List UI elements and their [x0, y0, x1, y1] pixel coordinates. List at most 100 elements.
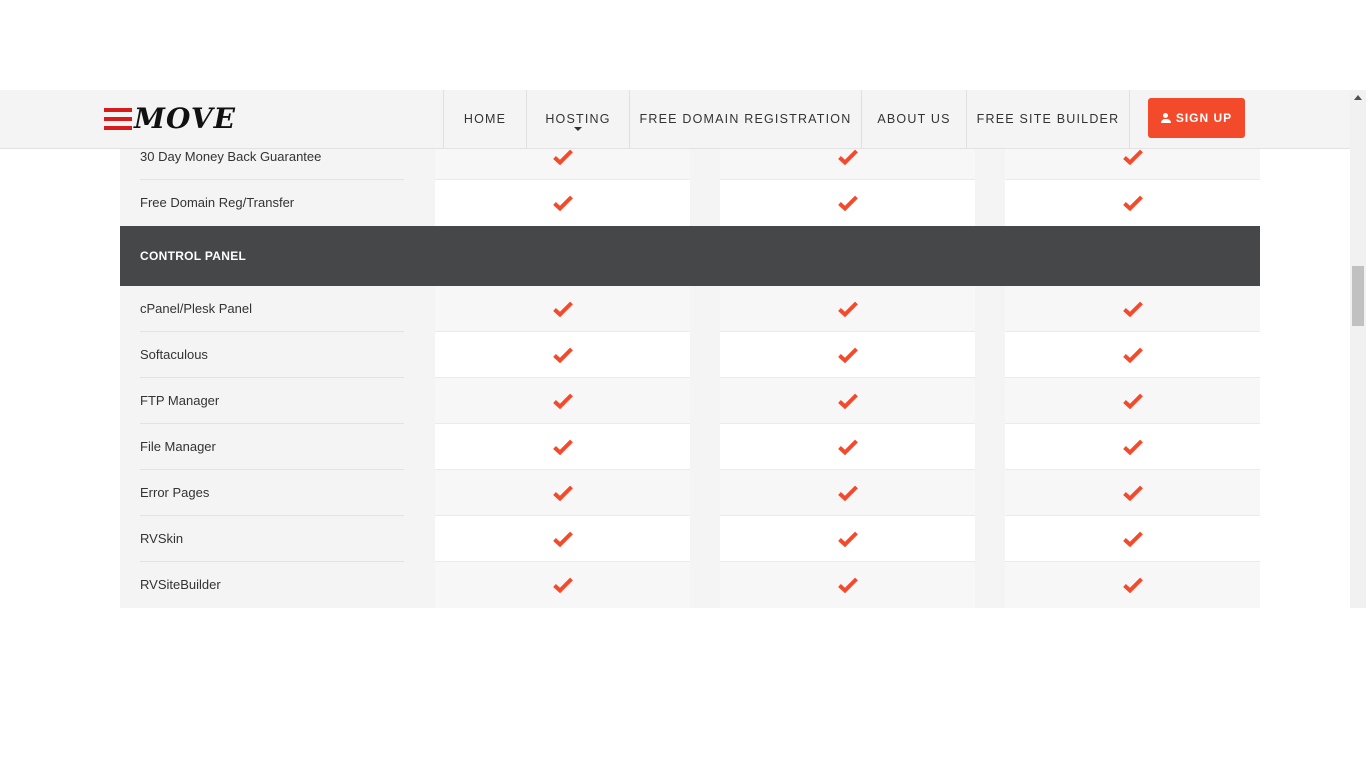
table-row: RVSkin: [120, 516, 1260, 562]
feature-cell: cPanel/Plesk Panel: [120, 286, 435, 332]
column-gap: [975, 516, 1005, 562]
check-icon: [1122, 439, 1143, 455]
feature-label: Softaculous: [140, 332, 404, 378]
nav-label: FREE DOMAIN REGISTRATION: [639, 112, 852, 126]
feature-cell: RVSiteBuilder: [120, 562, 435, 608]
plan-1-cell: [435, 562, 690, 608]
feature-label: RVSkin: [140, 516, 404, 562]
check-icon: [1122, 485, 1143, 501]
column-gap: [690, 562, 720, 608]
plan-3-cell: [1005, 378, 1260, 424]
caret-down-icon: [574, 127, 582, 131]
column-gap: [975, 424, 1005, 470]
table-row: FTP Manager: [120, 378, 1260, 424]
nav-free-site-builder[interactable]: FREE SITE BUILDER: [966, 90, 1130, 148]
check-icon: [837, 149, 858, 165]
check-icon: [837, 577, 858, 593]
feature-label: Error Pages: [140, 470, 404, 516]
feature-cell: Softaculous: [120, 332, 435, 378]
vertical-scrollbar[interactable]: [1350, 90, 1366, 608]
user-icon: [1160, 113, 1171, 123]
column-gap: [690, 180, 720, 226]
table-row: File Manager: [120, 424, 1260, 470]
column-gap: [975, 378, 1005, 424]
plan-2-cell: [720, 378, 975, 424]
table-row: cPanel/Plesk Panel: [120, 286, 1260, 332]
scrollbar-thumb[interactable]: [1352, 266, 1364, 326]
nav-label: HOME: [463, 112, 507, 126]
column-gap: [690, 470, 720, 516]
plan-1-cell: [435, 286, 690, 332]
plan-1-cell: [435, 470, 690, 516]
feature-cell: FTP Manager: [120, 378, 435, 424]
feature-label: File Manager: [140, 424, 404, 470]
column-gap: [690, 332, 720, 378]
nav-home[interactable]: HOME: [443, 90, 526, 148]
check-icon: [837, 531, 858, 547]
logo-text: MOVE: [134, 102, 236, 135]
nav-hosting[interactable]: HOSTING: [526, 90, 629, 148]
nav-free-domain-registration[interactable]: FREE DOMAIN REGISTRATION: [629, 90, 861, 148]
column-gap: [690, 424, 720, 470]
column-gap: [975, 180, 1005, 226]
site-logo[interactable]: MOVE: [104, 104, 236, 134]
column-gap: [975, 332, 1005, 378]
check-icon: [1122, 577, 1143, 593]
plan-1-cell: [435, 332, 690, 378]
feature-label: RVSiteBuilder: [140, 577, 221, 592]
feature-label: Free Domain Reg/Transfer: [140, 195, 295, 210]
plan-3-cell: [1005, 562, 1260, 608]
check-icon: [552, 301, 573, 317]
check-icon: [837, 485, 858, 501]
main-nav: HOME HOSTING FREE DOMAIN REGISTRATION AB…: [443, 90, 1130, 148]
check-icon: [552, 195, 573, 211]
plan-3-cell: [1005, 180, 1260, 226]
sign-up-button[interactable]: SIGN UP: [1148, 98, 1245, 138]
nav-label: ABOUT US: [877, 112, 951, 126]
plan-2-cell: [720, 286, 975, 332]
check-icon: [552, 149, 573, 165]
site-header: MOVE HOME HOSTING FREE DOMAIN REGISTRATI…: [0, 90, 1350, 149]
sign-up-label: SIGN UP: [1175, 111, 1233, 125]
check-icon: [552, 347, 573, 363]
feature-cell: File Manager: [120, 424, 435, 470]
plan-3-cell: [1005, 470, 1260, 516]
bottom-blank-area: [0, 608, 1366, 768]
nav-label: FREE SITE BUILDER: [976, 112, 1120, 126]
check-icon: [837, 347, 858, 363]
table-row: Error Pages: [120, 470, 1260, 516]
check-icon: [837, 301, 858, 317]
table-row: Softaculous: [120, 332, 1260, 378]
plan-2-cell: [720, 424, 975, 470]
scroll-up-arrow-icon[interactable]: [1350, 90, 1366, 104]
plan-3-cell: [1005, 424, 1260, 470]
menu-bars-icon: [104, 108, 132, 130]
plan-2-cell: [720, 180, 975, 226]
section-header-control-panel: CONTROL PANEL: [120, 226, 1260, 286]
check-icon: [1122, 393, 1143, 409]
feature-cell: RVSkin: [120, 516, 435, 562]
plan-2-cell: [720, 332, 975, 378]
top-blank-area: [0, 0, 1366, 90]
check-icon: [1122, 195, 1143, 211]
column-gap: [975, 470, 1005, 516]
plan-2-cell: [720, 562, 975, 608]
table-row: Free Domain Reg/Transfer: [120, 180, 1260, 226]
column-gap: [690, 378, 720, 424]
section-title: CONTROL PANEL: [140, 249, 247, 263]
check-icon: [552, 577, 573, 593]
check-icon: [837, 195, 858, 211]
plan-1-cell: [435, 516, 690, 562]
check-icon: [552, 393, 573, 409]
plan-2-cell: [720, 470, 975, 516]
feature-comparison-table: 30 Day Money Back Guarantee Free Domain …: [120, 134, 1260, 608]
check-icon: [837, 439, 858, 455]
table-row: RVSiteBuilder: [120, 562, 1260, 608]
column-gap: [975, 562, 1005, 608]
check-icon: [837, 393, 858, 409]
nav-about-us[interactable]: ABOUT US: [861, 90, 966, 148]
check-icon: [1122, 347, 1143, 363]
plan-3-cell: [1005, 516, 1260, 562]
check-icon: [552, 485, 573, 501]
plan-3-cell: [1005, 286, 1260, 332]
